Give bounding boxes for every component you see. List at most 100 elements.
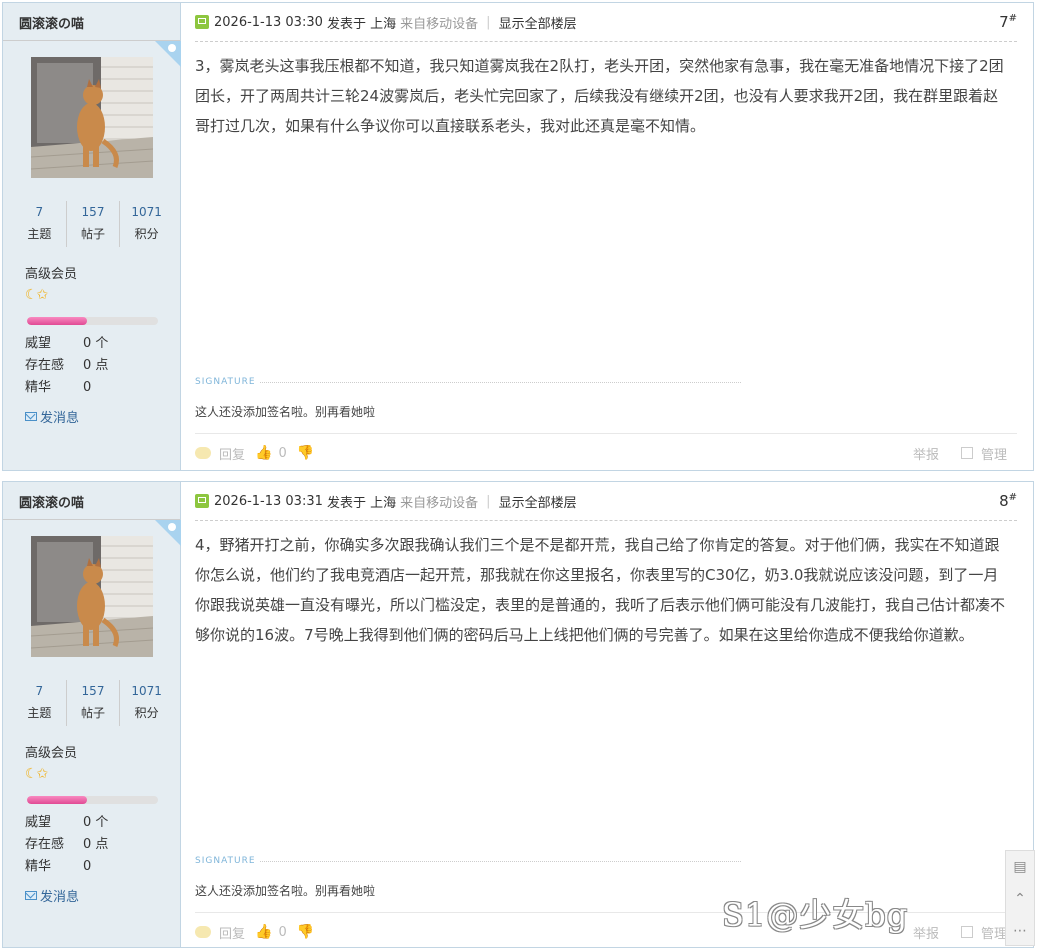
floor-number-link[interactable]: 8# (999, 492, 1017, 510)
mobile-device-link[interactable]: 来自移动设备 (400, 13, 478, 32)
reply-button[interactable]: 回复 (195, 923, 245, 942)
level-progress-fill (27, 317, 88, 325)
prop-row: 精华 0 (25, 856, 108, 878)
mobile-device-link[interactable]: 来自移动设备 (400, 492, 478, 511)
header-separator: | (486, 14, 491, 30)
level-stars-icon: ☾✩ (25, 766, 48, 782)
header-separator: | (486, 493, 491, 509)
stat-threads-label: 主题 (27, 706, 52, 720)
post-floor-8: 圆滚滚の喵 7 主题 157 帖子 1071 积分 高级会员 ☾✩ 威望 0 个… (2, 481, 1034, 948)
stat-threads[interactable]: 7 主题 (13, 201, 66, 247)
prop-value: 0 个 (83, 815, 109, 830)
stat-credits[interactable]: 1071 积分 (119, 201, 173, 247)
post-header: 2026-1-13 03:30 发表于 上海 来自移动设备 | 显示全部楼层 7… (195, 3, 1017, 42)
stat-posts-label: 帖子 (81, 227, 106, 241)
more-icon[interactable]: ⋯ (1006, 915, 1034, 947)
user-group[interactable]: 高级会员 (25, 742, 77, 761)
post-main: 2026-1-13 03:31 发表于 上海 来自移动设备 | 显示全部楼层 8… (181, 482, 1033, 947)
online-dot-icon (168, 44, 176, 52)
stat-threads[interactable]: 7 主题 (13, 680, 66, 726)
reply-label: 回复 (219, 926, 246, 942)
show-all-floors-link[interactable]: 显示全部楼层 (499, 492, 577, 511)
post-time: 2026-1-13 03:30 (214, 14, 323, 30)
send-message-button[interactable]: 发消息 (25, 886, 79, 905)
level-progress-bar (27, 796, 158, 804)
like-button[interactable]: 👍 0 (255, 924, 287, 940)
send-message-label: 发消息 (40, 411, 80, 426)
user-group[interactable]: 高级会员 (25, 263, 77, 282)
post-floor-7: 圆滚滚の喵 7 主题 157 帖子 1071 积分 高级会员 ☾✩ 威望 0 个… (2, 2, 1034, 471)
author-sidebar: 圆滚滚の喵 7 主题 157 帖子 1071 积分 高级会员 ☾✩ 威望 0 个… (3, 482, 181, 947)
post-content: 4，野猪开打之前，你确实多次跟我确认我们三个是不是都开荒，我自己给了你肯定的答复… (195, 536, 1006, 644)
prop-value: 0 点 (83, 358, 109, 373)
signature-divider (259, 860, 741, 862)
stat-posts-value[interactable]: 157 (67, 680, 120, 702)
prop-value: 0 个 (83, 336, 109, 351)
avatar[interactable] (31, 57, 153, 178)
signature-label: SIGNATURE (195, 377, 741, 387)
manage-button[interactable]: 管理 (981, 923, 1007, 942)
send-message-label: 发消息 (40, 890, 80, 905)
stat-threads-label: 主题 (27, 227, 52, 241)
prop-row: 存在感 0 点 (25, 355, 108, 377)
signature-label-text: SIGNATURE (195, 377, 256, 387)
reply-button[interactable]: 回复 (195, 444, 245, 463)
thumbs-down-icon: 👎 (296, 924, 315, 940)
back-to-top-icon[interactable]: ⌃ (1006, 883, 1034, 915)
stat-credits-value[interactable]: 1071 (120, 680, 173, 702)
prop-key: 精华 (25, 380, 52, 395)
avatar[interactable] (31, 536, 153, 657)
prop-value: 0 (83, 380, 92, 395)
floating-toolbar: ▤ ⌃ ⋯ (1005, 850, 1035, 946)
online-status-icon (195, 15, 209, 29)
stat-posts[interactable]: 157 帖子 (65, 201, 120, 247)
stat-threads-value[interactable]: 7 (13, 680, 66, 702)
envelope-icon (25, 891, 37, 900)
like-button[interactable]: 👍 0 (255, 445, 287, 461)
thumbs-up-icon: 👍 (255, 445, 273, 461)
dislike-button[interactable]: 👎 (297, 924, 320, 940)
author-sidebar: 圆滚滚の喵 7 主题 157 帖子 1071 积分 高级会员 ☾✩ 威望 0 个… (3, 3, 181, 470)
stat-posts-value[interactable]: 157 (67, 201, 120, 223)
stat-credits-label: 积分 (134, 706, 159, 720)
author-stats: 7 主题 157 帖子 1071 积分 (13, 680, 173, 726)
stat-credits[interactable]: 1071 积分 (119, 680, 173, 726)
floor-number: 7 (999, 13, 1009, 31)
user-properties: 威望 0 个 存在感 0 点 精华 0 (25, 812, 108, 878)
manage-checkbox[interactable] (960, 926, 973, 938)
prop-value: 0 点 (83, 837, 109, 852)
level-progress-fill (27, 796, 88, 804)
posted-from: 发表于 上海 (327, 495, 397, 511)
stat-posts-label: 帖子 (81, 706, 106, 720)
signature-label-text: SIGNATURE (195, 856, 256, 866)
prop-key: 精华 (25, 859, 52, 874)
stat-posts[interactable]: 157 帖子 (65, 680, 120, 726)
show-all-floors-link[interactable]: 显示全部楼层 (499, 13, 577, 32)
post-actions: 回复 👍 0 👎 举报 管理 (195, 433, 1017, 472)
floor-number: 8 (999, 492, 1009, 510)
online-status-icon (195, 494, 209, 508)
stat-threads-value[interactable]: 7 (13, 201, 66, 223)
prop-key: 存在感 (25, 837, 65, 852)
author-name[interactable]: 圆滚滚の喵 (3, 3, 180, 41)
send-message-button[interactable]: 发消息 (25, 407, 79, 426)
post-time: 2026-1-13 03:31 (214, 493, 323, 509)
signature-text: 这人还没添加签名啦。别再看她啦 (195, 884, 376, 898)
reply-icon (195, 926, 211, 938)
floor-number-link[interactable]: 7# (999, 13, 1017, 31)
report-button[interactable]: 举报 (913, 923, 939, 942)
signature-divider (259, 381, 741, 383)
posted-from: 发表于 上海 (327, 16, 397, 32)
manage-button[interactable]: 管理 (981, 444, 1007, 463)
post-main: 2026-1-13 03:30 发表于 上海 来自移动设备 | 显示全部楼层 7… (181, 3, 1033, 470)
manage-checkbox[interactable] (960, 447, 973, 459)
author-name[interactable]: 圆滚滚の喵 (3, 482, 180, 520)
prop-row: 精华 0 (25, 377, 108, 399)
stat-credits-value[interactable]: 1071 (120, 201, 173, 223)
dislike-button[interactable]: 👎 (297, 445, 320, 461)
comment-icon[interactable]: ▤ (1006, 851, 1034, 883)
report-button[interactable]: 举报 (913, 444, 939, 463)
prop-row: 威望 0 个 (25, 333, 108, 355)
like-count: 0 (278, 445, 287, 461)
reply-label: 回复 (219, 447, 246, 463)
